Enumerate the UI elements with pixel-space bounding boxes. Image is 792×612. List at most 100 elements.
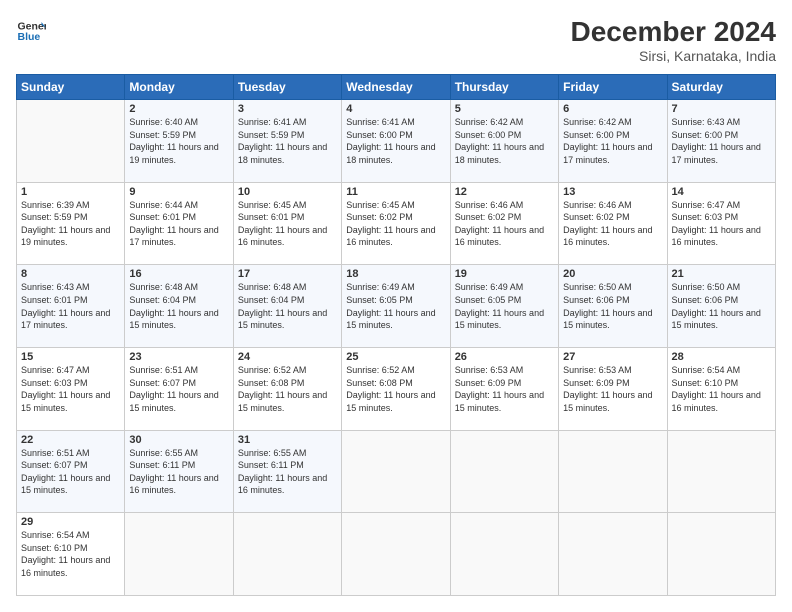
header: General Blue December 2024 Sirsi, Karnat…	[16, 16, 776, 64]
day-info: Sunrise: 6:45 AMSunset: 6:02 PMDaylight:…	[346, 199, 445, 249]
day-info: Sunrise: 6:51 AMSunset: 6:07 PMDaylight:…	[21, 447, 120, 497]
col-saturday: Saturday	[667, 75, 775, 100]
day-info: Sunrise: 6:40 AMSunset: 5:59 PMDaylight:…	[129, 116, 228, 166]
day-number: 14	[672, 186, 771, 198]
day-number: 4	[346, 103, 445, 115]
table-cell: 8Sunrise: 6:43 AMSunset: 6:01 PMDaylight…	[17, 265, 125, 348]
day-info: Sunrise: 6:46 AMSunset: 6:02 PMDaylight:…	[563, 199, 662, 249]
col-sunday: Sunday	[17, 75, 125, 100]
day-info: Sunrise: 6:50 AMSunset: 6:06 PMDaylight:…	[672, 281, 771, 331]
day-info: Sunrise: 6:43 AMSunset: 6:00 PMDaylight:…	[672, 116, 771, 166]
table-cell: 26Sunrise: 6:53 AMSunset: 6:09 PMDayligh…	[450, 347, 558, 430]
day-number: 30	[129, 434, 228, 446]
col-thursday: Thursday	[450, 75, 558, 100]
day-info: Sunrise: 6:48 AMSunset: 6:04 PMDaylight:…	[129, 281, 228, 331]
table-cell: 24Sunrise: 6:52 AMSunset: 6:08 PMDayligh…	[233, 347, 341, 430]
day-number: 6	[563, 103, 662, 115]
col-tuesday: Tuesday	[233, 75, 341, 100]
day-number: 26	[455, 351, 554, 363]
day-info: Sunrise: 6:52 AMSunset: 6:08 PMDaylight:…	[346, 364, 445, 414]
day-info: Sunrise: 6:41 AMSunset: 5:59 PMDaylight:…	[238, 116, 337, 166]
day-info: Sunrise: 6:55 AMSunset: 6:11 PMDaylight:…	[238, 447, 337, 497]
table-cell: 19Sunrise: 6:49 AMSunset: 6:05 PMDayligh…	[450, 265, 558, 348]
day-info: Sunrise: 6:55 AMSunset: 6:11 PMDaylight:…	[129, 447, 228, 497]
table-cell: 13Sunrise: 6:46 AMSunset: 6:02 PMDayligh…	[559, 182, 667, 265]
table-cell: 4Sunrise: 6:41 AMSunset: 6:00 PMDaylight…	[342, 100, 450, 183]
table-cell: 15Sunrise: 6:47 AMSunset: 6:03 PMDayligh…	[17, 347, 125, 430]
day-number: 3	[238, 103, 337, 115]
day-number: 19	[455, 268, 554, 280]
table-cell: 7Sunrise: 6:43 AMSunset: 6:00 PMDaylight…	[667, 100, 775, 183]
logo: General Blue	[16, 16, 46, 46]
table-cell: 3Sunrise: 6:41 AMSunset: 5:59 PMDaylight…	[233, 100, 341, 183]
table-cell: 31Sunrise: 6:55 AMSunset: 6:11 PMDayligh…	[233, 430, 341, 513]
table-row: 29Sunrise: 6:54 AMSunset: 6:10 PMDayligh…	[17, 513, 776, 596]
table-cell: 10Sunrise: 6:45 AMSunset: 6:01 PMDayligh…	[233, 182, 341, 265]
table-row: 15Sunrise: 6:47 AMSunset: 6:03 PMDayligh…	[17, 347, 776, 430]
day-info: Sunrise: 6:52 AMSunset: 6:08 PMDaylight:…	[238, 364, 337, 414]
day-number: 25	[346, 351, 445, 363]
day-number: 23	[129, 351, 228, 363]
page: General Blue December 2024 Sirsi, Karnat…	[0, 0, 792, 612]
day-info: Sunrise: 6:54 AMSunset: 6:10 PMDaylight:…	[21, 529, 120, 579]
day-info: Sunrise: 6:41 AMSunset: 6:00 PMDaylight:…	[346, 116, 445, 166]
day-number: 21	[672, 268, 771, 280]
svg-text:Blue: Blue	[18, 31, 41, 43]
table-cell: 22Sunrise: 6:51 AMSunset: 6:07 PMDayligh…	[17, 430, 125, 513]
day-number: 9	[129, 186, 228, 198]
day-number: 10	[238, 186, 337, 198]
day-info: Sunrise: 6:42 AMSunset: 6:00 PMDaylight:…	[563, 116, 662, 166]
table-row: 2Sunrise: 6:40 AMSunset: 5:59 PMDaylight…	[17, 100, 776, 183]
table-cell	[125, 513, 233, 596]
table-cell	[667, 430, 775, 513]
day-info: Sunrise: 6:49 AMSunset: 6:05 PMDaylight:…	[455, 281, 554, 331]
day-info: Sunrise: 6:44 AMSunset: 6:01 PMDaylight:…	[129, 199, 228, 249]
table-cell: 25Sunrise: 6:52 AMSunset: 6:08 PMDayligh…	[342, 347, 450, 430]
table-row: 1Sunrise: 6:39 AMSunset: 5:59 PMDaylight…	[17, 182, 776, 265]
day-number: 17	[238, 268, 337, 280]
table-cell	[233, 513, 341, 596]
day-info: Sunrise: 6:53 AMSunset: 6:09 PMDaylight:…	[563, 364, 662, 414]
day-info: Sunrise: 6:39 AMSunset: 5:59 PMDaylight:…	[21, 199, 120, 249]
day-number: 1	[21, 186, 120, 198]
table-cell: 17Sunrise: 6:48 AMSunset: 6:04 PMDayligh…	[233, 265, 341, 348]
day-number: 15	[21, 351, 120, 363]
day-number: 29	[21, 516, 120, 528]
day-info: Sunrise: 6:54 AMSunset: 6:10 PMDaylight:…	[672, 364, 771, 414]
table-cell: 29Sunrise: 6:54 AMSunset: 6:10 PMDayligh…	[17, 513, 125, 596]
day-number: 11	[346, 186, 445, 198]
table-cell: 30Sunrise: 6:55 AMSunset: 6:11 PMDayligh…	[125, 430, 233, 513]
table-cell: 5Sunrise: 6:42 AMSunset: 6:00 PMDaylight…	[450, 100, 558, 183]
table-cell: 28Sunrise: 6:54 AMSunset: 6:10 PMDayligh…	[667, 347, 775, 430]
day-number: 13	[563, 186, 662, 198]
table-cell: 21Sunrise: 6:50 AMSunset: 6:06 PMDayligh…	[667, 265, 775, 348]
day-info: Sunrise: 6:46 AMSunset: 6:02 PMDaylight:…	[455, 199, 554, 249]
day-number: 7	[672, 103, 771, 115]
col-monday: Monday	[125, 75, 233, 100]
main-title: December 2024	[571, 16, 776, 48]
day-number: 22	[21, 434, 120, 446]
day-number: 28	[672, 351, 771, 363]
table-cell: 20Sunrise: 6:50 AMSunset: 6:06 PMDayligh…	[559, 265, 667, 348]
day-info: Sunrise: 6:43 AMSunset: 6:01 PMDaylight:…	[21, 281, 120, 331]
day-info: Sunrise: 6:53 AMSunset: 6:09 PMDaylight:…	[455, 364, 554, 414]
table-cell: 16Sunrise: 6:48 AMSunset: 6:04 PMDayligh…	[125, 265, 233, 348]
table-cell: 23Sunrise: 6:51 AMSunset: 6:07 PMDayligh…	[125, 347, 233, 430]
table-cell: 12Sunrise: 6:46 AMSunset: 6:02 PMDayligh…	[450, 182, 558, 265]
day-info: Sunrise: 6:47 AMSunset: 6:03 PMDaylight:…	[21, 364, 120, 414]
day-info: Sunrise: 6:49 AMSunset: 6:05 PMDaylight:…	[346, 281, 445, 331]
col-wednesday: Wednesday	[342, 75, 450, 100]
table-cell: 6Sunrise: 6:42 AMSunset: 6:00 PMDaylight…	[559, 100, 667, 183]
table-row: 22Sunrise: 6:51 AMSunset: 6:07 PMDayligh…	[17, 430, 776, 513]
day-number: 24	[238, 351, 337, 363]
calendar-table: Sunday Monday Tuesday Wednesday Thursday…	[16, 74, 776, 596]
table-cell	[667, 513, 775, 596]
calendar-header-row: Sunday Monday Tuesday Wednesday Thursday…	[17, 75, 776, 100]
table-cell: 9Sunrise: 6:44 AMSunset: 6:01 PMDaylight…	[125, 182, 233, 265]
day-info: Sunrise: 6:47 AMSunset: 6:03 PMDaylight:…	[672, 199, 771, 249]
subtitle: Sirsi, Karnataka, India	[571, 48, 776, 64]
table-cell	[450, 513, 558, 596]
day-number: 8	[21, 268, 120, 280]
table-cell	[559, 513, 667, 596]
table-row: 8Sunrise: 6:43 AMSunset: 6:01 PMDaylight…	[17, 265, 776, 348]
